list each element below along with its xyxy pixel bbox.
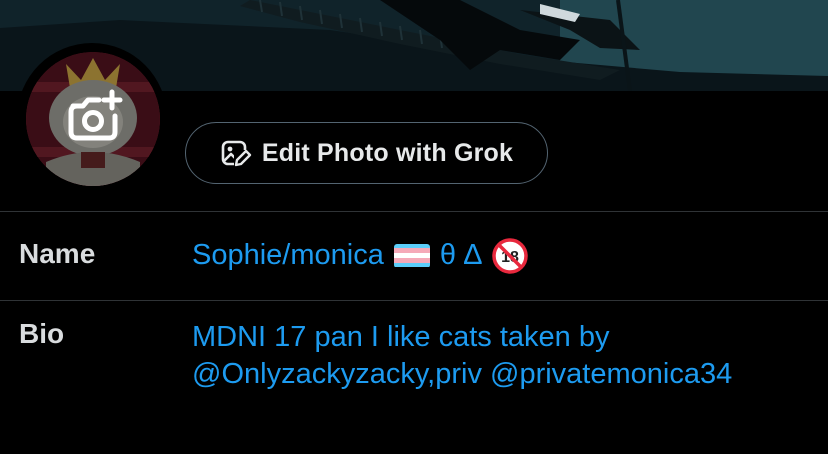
grok-button-label: Edit Photo with Grok <box>261 138 514 167</box>
no-under-18-icon: 18 <box>492 237 528 274</box>
transgender-flag-icon <box>393 243 430 268</box>
image-edit-icon <box>221 140 252 168</box>
edit-photo-with-grok-button[interactable]: Edit Photo with Grok <box>185 122 548 184</box>
name-field-label: Name <box>19 238 96 269</box>
bio-line-2: @Onlyzackyzacky,priv @privatemonica34 <box>192 358 733 390</box>
name-value-text: Sophie/monica <box>192 239 384 271</box>
divider-top <box>0 211 828 212</box>
bio-field-label: Bio <box>19 318 65 349</box>
divider-middle <box>0 300 828 301</box>
camera-plus-icon <box>68 89 123 141</box>
name-symbols: θ ∆ <box>439 239 482 271</box>
bio-field-input[interactable]: MDNI 17 pan I like cats taken by @Onlyza… <box>192 319 732 393</box>
bio-line-1: MDNI 17 pan I like cats taken by <box>192 321 610 353</box>
name-field-input[interactable]: Sophie/monica θ ∆ 18 <box>192 237 528 274</box>
change-photo-button[interactable] <box>63 86 125 148</box>
